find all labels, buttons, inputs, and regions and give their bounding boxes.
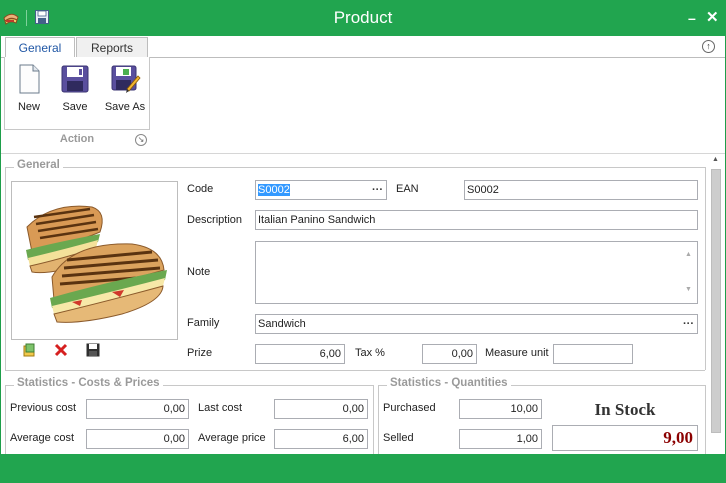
purchased-field[interactable]: 10,00 bbox=[459, 399, 542, 419]
quantities-frame-right bbox=[705, 385, 706, 454]
save-image-icon[interactable] bbox=[86, 343, 100, 360]
costs-frame-right bbox=[373, 385, 374, 454]
family-browse-button[interactable]: ··· bbox=[683, 315, 694, 333]
costs-frame-left bbox=[5, 385, 6, 454]
ribbon-panel: New Save Save As bbox=[1, 57, 725, 130]
tab-general[interactable]: General bbox=[5, 37, 75, 59]
open-image-icon[interactable] bbox=[23, 343, 37, 360]
save-button-label: Save bbox=[62, 101, 88, 113]
average-cost-field[interactable]: 0,00 bbox=[86, 429, 189, 449]
save-as-button[interactable]: Save As bbox=[101, 63, 149, 113]
window-client: General Reports ↑ New Save Save As Actio… bbox=[1, 36, 725, 454]
sandwich-image bbox=[26, 205, 167, 323]
note-field[interactable]: ▲ ▼ bbox=[255, 241, 698, 304]
general-frame-right bbox=[705, 167, 706, 370]
minimize-button[interactable]: – bbox=[688, 10, 696, 26]
status-bar bbox=[0, 454, 726, 483]
family-field[interactable]: Sandwich ··· bbox=[255, 314, 698, 334]
save-button[interactable]: Save bbox=[53, 63, 97, 113]
quantities-section-title: Statistics - Quantities bbox=[387, 377, 511, 389]
tax-field[interactable]: 0,00 bbox=[422, 344, 477, 364]
last-cost-label: Last cost bbox=[198, 402, 243, 414]
tab-reports[interactable]: Reports bbox=[76, 37, 148, 59]
close-button[interactable]: ✕ bbox=[706, 8, 719, 26]
code-value: S0002 bbox=[258, 184, 290, 196]
note-label: Note bbox=[187, 266, 211, 278]
product-image[interactable] bbox=[11, 181, 178, 340]
family-value: Sandwich bbox=[258, 318, 306, 330]
prize-label: Prize bbox=[187, 347, 213, 359]
title-bar: Product – ✕ bbox=[0, 0, 726, 36]
prize-field[interactable]: 6,00 bbox=[255, 344, 345, 364]
average-price-label: Average price bbox=[198, 432, 266, 444]
general-frame-left bbox=[5, 167, 6, 370]
previous-cost-field[interactable]: 0,00 bbox=[86, 399, 189, 419]
in-stock-title: In Stock bbox=[594, 400, 656, 419]
window-title: Product bbox=[333, 8, 393, 27]
general-frame-top bbox=[5, 167, 705, 168]
ean-label: EAN bbox=[396, 183, 419, 195]
general-frame-bottom bbox=[5, 370, 705, 371]
code-field[interactable]: S0002 ··· bbox=[255, 180, 387, 200]
selled-label: Selled bbox=[383, 432, 414, 444]
purchased-label: Purchased bbox=[383, 402, 436, 414]
quantities-frame-left bbox=[378, 385, 379, 454]
ribbon-tabstrip: General Reports ↑ bbox=[1, 36, 725, 59]
ribbon-group-action: New Save Save As bbox=[4, 57, 150, 130]
measure-unit-field[interactable] bbox=[553, 344, 633, 364]
scroll-up-arrow-icon[interactable]: ▲ bbox=[712, 156, 719, 163]
description-label: Description bbox=[187, 214, 243, 226]
scroll-up-icon[interactable]: ▲ bbox=[685, 246, 692, 264]
ribbon-collapse-icon[interactable]: ↑ bbox=[702, 40, 715, 53]
average-price-field[interactable]: 6,00 bbox=[274, 429, 368, 449]
tax-label: Tax % bbox=[355, 347, 385, 359]
save-icon bbox=[61, 65, 89, 93]
last-cost-field[interactable]: 0,00 bbox=[274, 399, 368, 419]
new-button-label: New bbox=[17, 101, 40, 113]
content-scrollbar[interactable]: ▲ bbox=[710, 153, 722, 453]
code-label: Code bbox=[187, 183, 214, 195]
note-scrollbar[interactable]: ▲ ▼ bbox=[682, 243, 696, 302]
description-field[interactable]: Italian Panino Sandwich bbox=[255, 210, 698, 230]
new-document-icon bbox=[19, 64, 40, 94]
average-cost-label: Average cost bbox=[10, 432, 75, 444]
save-as-icon bbox=[111, 65, 141, 93]
general-section-title: General bbox=[14, 159, 63, 171]
measure-unit-label: Measure unit bbox=[485, 347, 549, 359]
in-stock-value: 9,00 bbox=[552, 425, 698, 451]
code-browse-button[interactable]: ··· bbox=[372, 181, 383, 199]
ribbon-divider bbox=[1, 153, 725, 154]
scroll-thumb[interactable] bbox=[711, 169, 721, 433]
ean-field[interactable]: S0002 bbox=[464, 180, 698, 200]
family-label: Family bbox=[187, 317, 220, 329]
save-as-button-label: Save As bbox=[104, 101, 146, 113]
selled-field[interactable]: 1,00 bbox=[459, 429, 542, 449]
scroll-down-icon[interactable]: ▼ bbox=[685, 281, 692, 299]
previous-cost-label: Previous cost bbox=[10, 402, 77, 414]
action-group-label: Action bbox=[59, 133, 95, 145]
delete-image-icon[interactable] bbox=[54, 343, 68, 360]
group-launcher-icon[interactable]: ↘ bbox=[135, 134, 147, 146]
costs-section-title: Statistics - Costs & Prices bbox=[14, 377, 163, 389]
new-button[interactable]: New bbox=[7, 63, 51, 113]
